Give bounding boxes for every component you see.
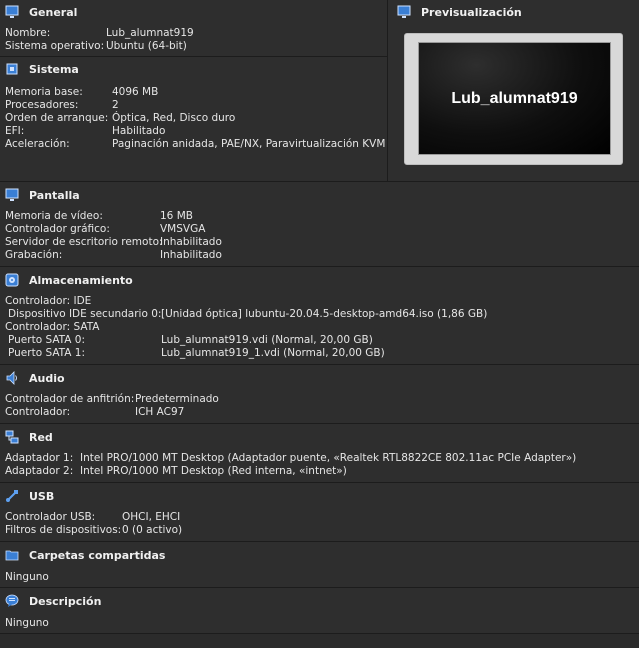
value: OHCI, EHCI [122, 511, 181, 523]
section-title-pantalla: Pantalla [29, 188, 80, 202]
label: Puerto SATA 0: [8, 334, 86, 346]
label: Memoria de vídeo: [5, 210, 103, 222]
label: Aceleración: [5, 138, 70, 150]
label: Controlador de anfitrión: [5, 393, 135, 405]
value: [Unidad óptica] lubuntu-20.04.5-desktop-… [161, 308, 488, 320]
section-header-carpetas[interactable]: Carpetas compartidas [5, 547, 165, 563]
general-row-name: Nombre: Lub_alumnat919 [0, 27, 387, 40]
section-header-sistema[interactable]: Sistema [5, 61, 79, 77]
label: Orden de arranque: [5, 112, 109, 124]
section-header-usb[interactable]: USB [5, 488, 54, 504]
label: Puerto SATA 1: [8, 347, 86, 359]
section-header-descripcion[interactable]: Descripción [5, 593, 101, 609]
value: Lub_alumnat919.vdi (Normal, 20,00 GB) [161, 334, 373, 346]
label: Controlador gráfico: [5, 223, 110, 235]
value: 4096 MB [112, 86, 159, 98]
value: VMSVGA [160, 223, 206, 235]
section-title-sistema: Sistema [29, 62, 79, 76]
section-header-audio[interactable]: Audio [5, 370, 65, 386]
value: Intel PRO/1000 MT Desktop (Red interna, … [80, 465, 347, 477]
label: Adaptador 2: [5, 465, 74, 477]
label: Servidor de escritorio remoto: [5, 236, 163, 248]
value: ICH AC97 [135, 406, 185, 418]
label: Sistema operativo: [5, 40, 105, 52]
speech-bubble-icon [5, 594, 19, 608]
section-title-almacenamiento: Almacenamiento [29, 273, 133, 287]
value: Habilitado [112, 125, 166, 137]
section-red[interactable]: Red Adaptador 1: Intel PRO/1000 MT Deskto… [0, 424, 639, 483]
section-title-red: Red [29, 430, 53, 444]
value: 16 MB [160, 210, 193, 222]
value: Intel PRO/1000 MT Desktop (Adaptador pue… [80, 452, 577, 464]
value: Inhabilitado [160, 249, 222, 261]
label: Controlador: SATA [5, 321, 100, 333]
chip-icon [5, 62, 19, 76]
value: Inhabilitado [160, 236, 222, 248]
value: Lub_alumnat919 [106, 27, 194, 39]
label: Controlador: IDE [5, 295, 92, 307]
folder-icon [5, 548, 19, 562]
monitor-icon [5, 5, 19, 19]
vertical-divider [387, 0, 388, 181]
display-icon [5, 188, 19, 202]
section-general[interactable]: General Nombre: Lub_alumnat919 Sistema o… [0, 0, 387, 57]
section-title-carpetas: Carpetas compartidas [29, 548, 166, 562]
usb-icon [5, 489, 19, 503]
value: 0 (0 activo) [122, 524, 183, 536]
label: Grabación: [5, 249, 63, 261]
section-audio[interactable]: Audio Controlador de anfitrión: Predeterm… [0, 365, 639, 424]
section-descripcion[interactable]: Descripción Ninguno [0, 588, 639, 634]
section-sistema[interactable]: Sistema Memoria base: 4096 MB Procesadore… [0, 57, 387, 181]
label: Filtros de dispositivos: [5, 524, 122, 536]
label: Nombre: [5, 27, 51, 39]
general-row-os: Sistema operativo: Ubuntu (64-bit) [0, 40, 387, 53]
section-pantalla[interactable]: Pantalla Memoria de vídeo: 16 MB Controla… [0, 182, 639, 267]
section-header-almacenamiento[interactable]: Almacenamiento [5, 272, 133, 288]
section-title-audio: Audio [29, 371, 65, 385]
value: Paginación anidada, PAE/NX, Paravirtuali… [112, 138, 386, 150]
section-title-usb: USB [29, 489, 55, 503]
section-almacenamiento[interactable]: Almacenamiento Controlador: IDE Disposit… [0, 267, 639, 365]
label: Dispositivo IDE secundario 0: [8, 308, 162, 320]
value: Ninguno [5, 617, 49, 629]
preview-screen-text: Lub_alumnat919 [451, 89, 578, 107]
preview-screen: Lub_alumnat919 [418, 42, 611, 155]
label: Memoria base: [5, 86, 83, 98]
label: Controlador USB: [5, 511, 96, 523]
label: Adaptador 1: [5, 452, 74, 464]
speaker-icon [5, 371, 19, 385]
disk-icon [5, 273, 19, 287]
value: Óptica, Red, Disco duro [112, 112, 236, 124]
label: Controlador: [5, 406, 71, 418]
value: Ninguno [5, 571, 49, 583]
value: Ubuntu (64-bit) [106, 40, 187, 52]
preview-frame: Lub_alumnat919 [404, 33, 623, 165]
section-header-general[interactable]: General [5, 4, 77, 20]
label: EFI: [5, 125, 25, 137]
section-header-red[interactable]: Red [5, 429, 53, 445]
panel-footer-space [0, 634, 639, 648]
value: 2 [112, 99, 119, 111]
label: Procesadores: [5, 99, 79, 111]
section-usb[interactable]: USB Controlador USB: OHCI, EHCI Filtros d… [0, 483, 639, 542]
section-header-preview[interactable]: Previsualización [397, 4, 522, 20]
value: Predeterminado [135, 393, 219, 405]
section-title-general: General [29, 5, 78, 19]
value: Lub_alumnat919_1.vdi (Normal, 20,00 GB) [161, 347, 385, 359]
network-icon [5, 430, 19, 444]
section-title-preview: Previsualización [421, 5, 522, 19]
monitor-icon [397, 5, 411, 19]
section-carpetas[interactable]: Carpetas compartidas Ninguno [0, 542, 639, 588]
section-header-pantalla[interactable]: Pantalla [5, 187, 80, 203]
section-title-descripcion: Descripción [29, 594, 102, 608]
vm-details-panel: General Nombre: Lub_alumnat919 Sistema o… [0, 0, 639, 648]
